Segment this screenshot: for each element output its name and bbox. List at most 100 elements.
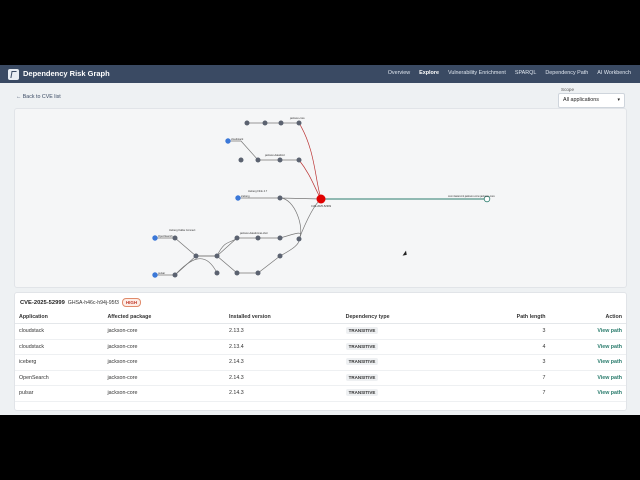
cell-action: View path: [549, 354, 626, 371]
target-node-label: com.fasterxml.jackson.core:jackson-core: [448, 194, 495, 198]
cell-path-length: 7: [463, 370, 550, 386]
table-row: pulsar jackson-core 2.14.3 TRANSITIVE 7 …: [15, 385, 626, 402]
dep-node: [296, 236, 302, 242]
cell-type: TRANSITIVE: [341, 354, 464, 371]
graph-node-label: Iceberg Kafka Connect: [169, 228, 196, 232]
nav-sparql[interactable]: SPARQL: [515, 70, 536, 76]
cell-package: jackson-core: [103, 339, 225, 355]
column-header: Action: [549, 311, 626, 324]
scope-selector: Scope All applications ▾: [558, 87, 625, 108]
nav-dependency-path[interactable]: Dependency Path: [545, 70, 588, 76]
dep-node: [277, 157, 283, 163]
view-path-link[interactable]: View path: [597, 359, 622, 365]
dep-node: [234, 235, 240, 241]
chevron-down-icon: ▾: [617, 97, 620, 103]
nav-overview[interactable]: Overview: [388, 70, 410, 76]
cell-package: jackson-core: [103, 370, 225, 386]
column-header: Path length: [463, 311, 550, 324]
dep-node: [214, 270, 220, 276]
cell-action: View path: [549, 323, 626, 340]
cell-type: TRANSITIVE: [341, 323, 464, 340]
graph-node-label: jackson-dataformat-cbor: [239, 231, 268, 235]
dependency-type-badge: TRANSITIVE: [345, 327, 379, 335]
cell-action: View path: [549, 370, 626, 386]
table-header-row: Application Affected package Installed v…: [15, 311, 626, 324]
cell-path-length: 3: [463, 354, 550, 371]
cell-version: 2.14.3: [224, 385, 342, 402]
cell-type: TRANSITIVE: [341, 339, 464, 355]
cell-version: 2.13.4: [224, 339, 342, 355]
dep-node: [214, 253, 220, 259]
affected-applications-card: CVE-2025-52999 GHSA-h46c-h94j-95f3 HIGH …: [14, 292, 627, 411]
cell-action: View path: [549, 339, 626, 355]
affected-applications-table: Application Affected package Installed v…: [15, 311, 626, 402]
dependency-graph-canvas[interactable]: cloudstack iceberg OpenSearch pulsar jac…: [14, 108, 627, 288]
graph-node-label: jackson-core: [289, 116, 305, 120]
cell-version: 2.14.3: [224, 370, 342, 386]
dep-node: [296, 157, 302, 163]
view-path-link[interactable]: View path: [597, 344, 622, 350]
ghsa-id: GHSA-h46c-h94j-95f3: [67, 299, 119, 306]
scope-value: All applications: [563, 97, 599, 103]
cell-type: TRANSITIVE: [341, 370, 464, 386]
dependency-type-badge: TRANSITIVE: [345, 373, 379, 381]
cell-path-length: 4: [463, 339, 550, 355]
cell-package: jackson-core: [103, 323, 225, 340]
cell-application: pulsar: [15, 385, 104, 402]
dep-node: [296, 120, 302, 126]
column-header: Dependency type: [341, 311, 464, 324]
app-logo-icon: [8, 69, 19, 80]
app-node: [152, 235, 158, 241]
view-path-link[interactable]: View path: [597, 328, 622, 334]
dep-node: [277, 235, 283, 241]
cve-node-label: CVE-2025-52999: [311, 204, 332, 208]
table-row: OpenSearch jackson-core 2.14.3 TRANSITIV…: [15, 370, 626, 386]
scope-label: Scope: [561, 87, 575, 92]
top-navigation-bar: Dependency Risk Graph Overview Explore V…: [0, 65, 640, 83]
dep-node: [278, 120, 284, 126]
cell-type: TRANSITIVE: [341, 385, 464, 402]
dep-node: [172, 235, 178, 241]
app-node: [225, 138, 231, 144]
nav-vulnerability-enrichment[interactable]: Vulnerability Enrichment: [448, 70, 506, 76]
column-header: Installed version: [224, 311, 342, 324]
dependency-type-badge: TRANSITIVE: [345, 342, 379, 350]
dep-node: [262, 120, 268, 126]
back-to-cve-list-link[interactable]: ← Back to CVE list: [16, 94, 61, 100]
view-path-link[interactable]: View path: [597, 390, 622, 396]
graph-node-label: OpenSearch: [158, 234, 173, 238]
dep-node: [193, 253, 199, 259]
app-window: Dependency Risk Graph Overview Explore V…: [0, 65, 640, 415]
graph-node-label: cloudstack: [231, 137, 244, 141]
main-nav: Overview Explore Vulnerability Enrichmen…: [388, 70, 631, 76]
view-path-link[interactable]: View path: [597, 375, 622, 381]
cve-id: CVE-2025-52999: [20, 299, 65, 306]
dep-node: [255, 157, 261, 163]
column-header: Application: [15, 311, 104, 324]
dep-node: [172, 272, 178, 278]
cell-application: OpenSearch: [15, 370, 104, 386]
dep-node: [238, 157, 244, 163]
dep-node: [255, 235, 261, 241]
dep-node: [244, 120, 250, 126]
graph-node-label: iceberg: [241, 194, 250, 198]
nav-explore[interactable]: Explore: [419, 70, 439, 76]
dependency-type-badge: TRANSITIVE: [345, 358, 379, 366]
cell-package: jackson-core: [103, 354, 225, 371]
dependency-type-badge: TRANSITIVE: [345, 389, 379, 397]
graph-node-label: Iceberg Flink 4.7: [248, 189, 268, 193]
cell-package: jackson-core: [103, 385, 225, 402]
nav-ai-workbench[interactable]: AI Workbench: [597, 70, 631, 76]
app-title: Dependency Risk Graph: [23, 69, 110, 78]
graph-labels: cloudstack iceberg OpenSearch pulsar jac…: [158, 116, 495, 275]
dep-node: [277, 195, 283, 201]
dep-node: [277, 253, 283, 259]
table-row: iceberg jackson-core 2.14.3 TRANSITIVE 3…: [15, 354, 626, 371]
cell-path-length: 3: [463, 323, 550, 340]
cve-header: CVE-2025-52999 GHSA-h46c-h94j-95f3 HIGH: [20, 298, 142, 307]
graph-svg: cloudstack iceberg OpenSearch pulsar jac…: [152, 116, 495, 278]
scope-dropdown[interactable]: All applications ▾: [558, 93, 625, 108]
cell-version: 2.14.3: [224, 354, 342, 371]
graph-node-label: pulsar: [158, 271, 165, 275]
cell-path-length: 7: [463, 385, 550, 402]
